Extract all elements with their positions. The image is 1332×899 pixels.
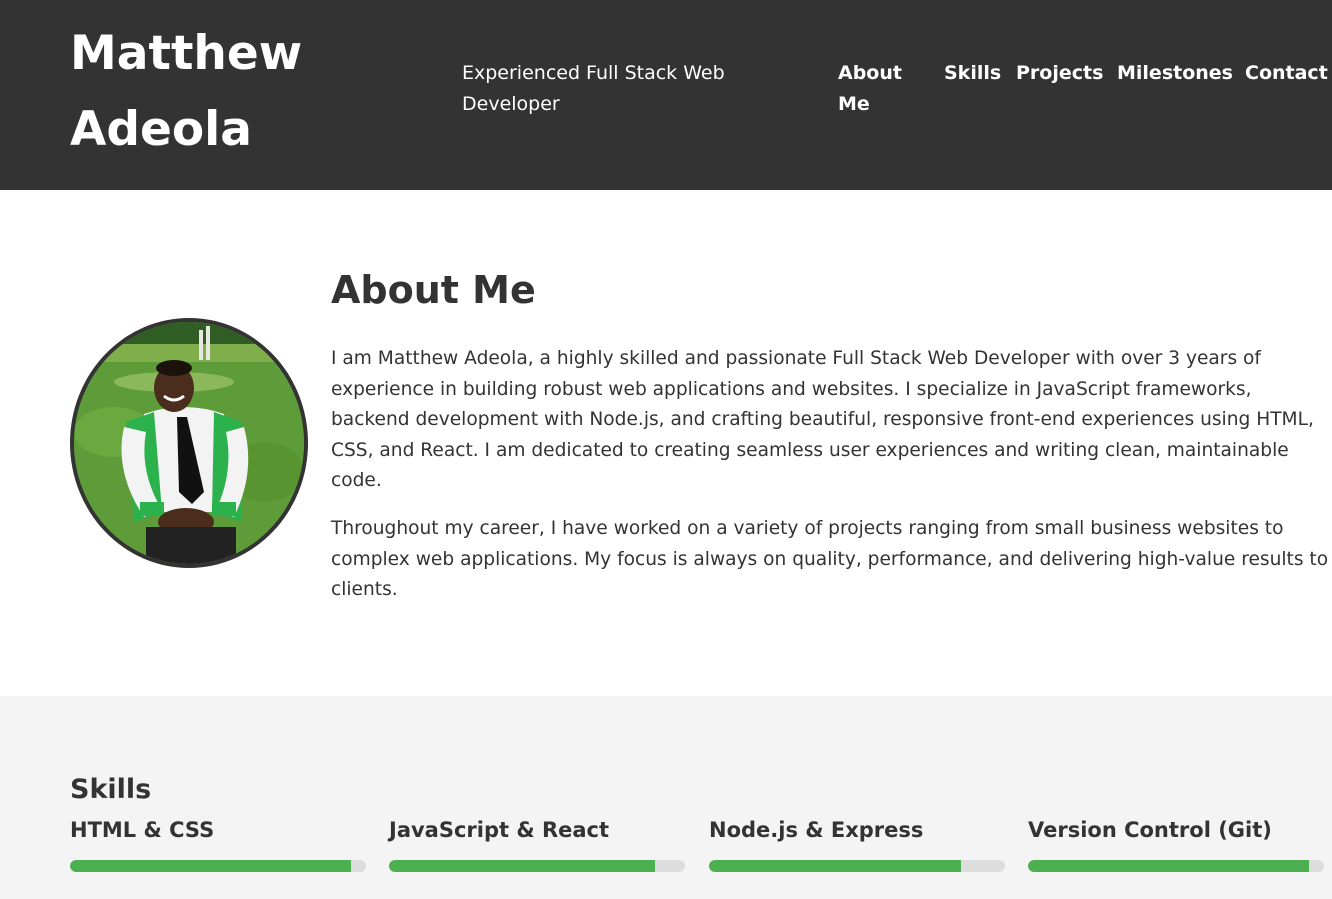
skill-name: JavaScript & React xyxy=(389,818,610,842)
skills-heading: Skills xyxy=(70,774,152,805)
skill-progress-fill xyxy=(70,860,352,872)
skill-progress-track xyxy=(70,860,366,872)
site-owner-name: Matthew Adeola xyxy=(70,26,303,157)
skill-progress-fill xyxy=(389,860,656,872)
nav-link-about-me[interactable]: About Me xyxy=(838,58,918,120)
skill-progress-track xyxy=(1028,860,1324,872)
about-paragraph-1: I am Matthew Adeola, a highly skilled an… xyxy=(331,348,1314,491)
skill-progress-track xyxy=(389,860,685,872)
profile-photo-image xyxy=(74,322,304,564)
skill-progress-fill xyxy=(709,860,961,872)
skill-item-javascript-react: JavaScript & React xyxy=(389,814,685,872)
about-paragraph-2: Throughout my career, I have worked on a… xyxy=(331,518,1329,600)
profile-photo xyxy=(70,318,308,568)
skill-progress-track xyxy=(709,860,1005,872)
skill-name: Version Control (Git) xyxy=(1028,818,1272,842)
nav-link-contact[interactable]: Contact xyxy=(1245,58,1328,89)
skill-progress-fill xyxy=(1028,860,1310,872)
skill-item-nodejs-express: Node.js & Express xyxy=(709,814,1005,872)
skill-item-html-css: HTML & CSS xyxy=(70,814,366,872)
skills-section: Skills HTML & CSS JavaScript & React Nod… xyxy=(0,696,1332,899)
about-section: About Me I am Matthew Adeola, a highly s… xyxy=(0,190,1332,696)
nav-link-milestones[interactable]: Milestones xyxy=(1117,58,1233,89)
skill-name: HTML & CSS xyxy=(70,818,215,842)
nav-link-projects[interactable]: Projects xyxy=(1016,58,1103,89)
tagline: Experienced Full Stack Web Developer xyxy=(462,62,725,115)
skill-name: Node.js & Express xyxy=(709,818,924,842)
skill-item-version-control: Version Control (Git) xyxy=(1028,814,1324,872)
about-heading: About Me xyxy=(331,268,536,312)
nav-link-skills[interactable]: Skills xyxy=(944,58,1001,89)
site-header: Matthew Adeola Experienced Full Stack We… xyxy=(0,0,1332,190)
